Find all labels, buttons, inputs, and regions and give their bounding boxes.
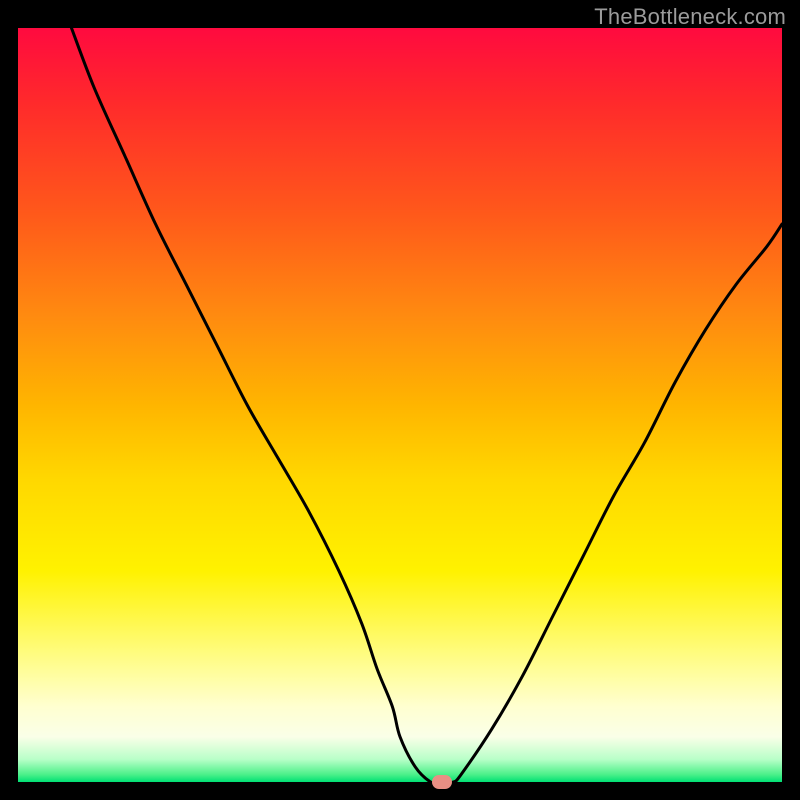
curve-layer — [18, 28, 782, 782]
bottleneck-curve — [71, 28, 782, 782]
chart-frame: TheBottleneck.com — [0, 0, 800, 800]
plot-area — [18, 28, 782, 782]
watermark-text: TheBottleneck.com — [594, 4, 786, 30]
optimum-marker — [432, 775, 452, 789]
